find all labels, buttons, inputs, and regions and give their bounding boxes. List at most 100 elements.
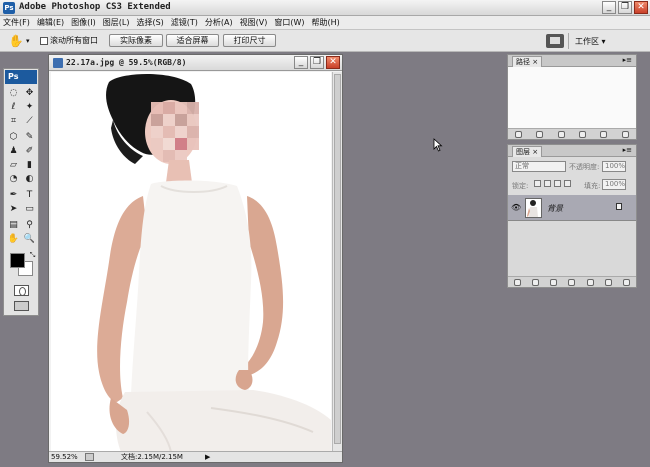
- screen-mode-button[interactable]: [14, 301, 29, 311]
- menu-window[interactable]: 窗口(W): [274, 17, 304, 28]
- tab-layers[interactable]: 图层 ×: [512, 146, 543, 157]
- menu-image[interactable]: 图像(I): [71, 17, 96, 28]
- hand-tool-icon[interactable]: ✋: [8, 33, 24, 49]
- layers-panel: 图层 × ▸≡ 正常 不透明度: 100% 锁定: 填充: 100% 👁 背景: [507, 144, 637, 288]
- scrollbar-thumb[interactable]: [334, 74, 341, 444]
- eyedropper-tool-icon[interactable]: ⚲: [23, 219, 36, 232]
- workspace-menu[interactable]: 工作区 ▾: [575, 36, 606, 47]
- layer-controls: 正常 不透明度: 100% 锁定: 填充: 100%: [508, 157, 636, 195]
- layer-row-background[interactable]: 👁 背景: [508, 195, 636, 221]
- actual-pixels-button[interactable]: 实际像素: [109, 34, 163, 47]
- lasso-tool-icon[interactable]: ℓ: [7, 101, 20, 114]
- clone-stamp-tool-icon[interactable]: ♟: [7, 145, 20, 158]
- menu-help[interactable]: 帮助(H): [312, 17, 340, 28]
- new-path-icon[interactable]: [600, 130, 608, 138]
- doc-minimize-button[interactable]: _: [294, 56, 308, 69]
- doc-close-button[interactable]: ✕: [326, 56, 340, 69]
- menu-layer[interactable]: 图层(L): [103, 17, 130, 28]
- restore-button[interactable]: ❐: [618, 1, 632, 14]
- gradient-tool-icon[interactable]: ▮: [23, 159, 36, 172]
- new-group-icon[interactable]: [586, 278, 594, 286]
- workspace-icon[interactable]: [546, 34, 564, 48]
- close-button[interactable]: ✕: [634, 1, 648, 14]
- tool-preset-dropdown-icon[interactable]: ▾: [26, 37, 30, 45]
- notes-tool-icon[interactable]: ▤: [7, 219, 20, 232]
- tab-paths[interactable]: 路径 ×: [512, 56, 543, 67]
- print-size-button[interactable]: 打印尺寸: [223, 34, 276, 47]
- lock-label: 锁定:: [512, 182, 529, 190]
- checkbox-box[interactable]: [40, 36, 48, 45]
- photo-woman-white-outfit: [51, 72, 331, 452]
- layer-style-icon[interactable]: [531, 278, 539, 286]
- lock-transparency-icon[interactable]: [534, 180, 541, 187]
- zoom-tool-icon[interactable]: 🔍: [23, 233, 36, 246]
- blur-tool-icon[interactable]: ◔: [7, 173, 20, 186]
- move-tool-icon[interactable]: ✥: [23, 87, 36, 100]
- layers-panel-header: 图层 × ▸≡: [508, 145, 636, 157]
- paths-panel-menu-icon[interactable]: ▸≡: [623, 56, 632, 64]
- type-tool-icon[interactable]: T: [23, 189, 36, 202]
- fill-label: 填充:: [584, 182, 601, 190]
- link-layers-icon[interactable]: [513, 278, 521, 286]
- marquee-tool-icon[interactable]: ◌: [7, 87, 20, 100]
- fill-input[interactable]: 100%: [602, 179, 626, 190]
- swap-colors-icon[interactable]: ⤡: [26, 249, 39, 262]
- eye-visibility-icon[interactable]: 👁: [511, 203, 521, 212]
- scroll-all-windows-checkbox[interactable]: 滚动所有窗口: [40, 35, 98, 46]
- image-canvas[interactable]: [51, 72, 331, 452]
- brush-tool-icon[interactable]: ✎: [23, 131, 36, 144]
- fill-path-icon[interactable]: [515, 130, 523, 138]
- slice-tool-icon[interactable]: ⟋: [23, 115, 36, 128]
- menu-analysis[interactable]: 分析(A): [205, 17, 233, 28]
- document-window-controls: _ ❐ ✕: [294, 56, 340, 69]
- healing-brush-tool-icon[interactable]: ⬡: [7, 131, 20, 144]
- adjustment-layer-icon[interactable]: [568, 278, 576, 286]
- foreground-color-swatch[interactable]: [10, 253, 25, 268]
- menu-filter[interactable]: 滤镜(T): [171, 17, 198, 28]
- zoom-level[interactable]: 59.52%: [51, 452, 78, 462]
- lock-all-icon[interactable]: [564, 180, 571, 187]
- new-layer-icon[interactable]: [605, 278, 613, 286]
- window-controls: _ ❐ ✕: [602, 1, 648, 14]
- crop-tool-icon[interactable]: ⌗: [7, 115, 20, 128]
- paths-list: [508, 67, 636, 129]
- delete-path-icon[interactable]: [621, 130, 629, 138]
- delete-layer-icon[interactable]: [623, 278, 631, 286]
- hand-tool-panel-icon[interactable]: ✋: [7, 233, 20, 246]
- menu-view[interactable]: 视图(V): [240, 17, 268, 28]
- document-status-bar: 59.52% 文档:2.15M/2.15M ▶: [49, 451, 342, 462]
- menu-bar: 文件(F) 编辑(E) 图像(I) 图层(L) 选择(S) 滤镜(T) 分析(A…: [0, 16, 650, 30]
- stroke-path-icon[interactable]: [536, 130, 544, 138]
- path-selection-tool-icon[interactable]: ➤: [7, 203, 20, 216]
- menu-select[interactable]: 选择(S): [136, 17, 163, 28]
- magic-wand-tool-icon[interactable]: ✦: [23, 101, 36, 114]
- document-window: 22.17a.jpg @ 59.5%(RGB/8) _ ❐ ✕ 59.52% 文…: [48, 54, 343, 463]
- layer-name: 背景: [547, 204, 563, 213]
- blend-mode-select[interactable]: 正常: [512, 161, 566, 172]
- menu-edit[interactable]: 编辑(E): [37, 17, 64, 28]
- history-brush-tool-icon[interactable]: ✐: [23, 145, 36, 158]
- status-info-icon[interactable]: [85, 453, 94, 461]
- layer-thumbnail: [525, 198, 542, 218]
- dodge-tool-icon[interactable]: ◐: [23, 173, 36, 186]
- fit-screen-button[interactable]: 适合屏幕: [166, 34, 219, 47]
- load-selection-icon[interactable]: [557, 130, 565, 138]
- doc-restore-button[interactable]: ❐: [310, 56, 324, 69]
- pen-tool-icon[interactable]: ✒: [7, 189, 20, 202]
- opacity-input[interactable]: 100%: [602, 161, 626, 172]
- make-work-path-icon[interactable]: [579, 130, 587, 138]
- quick-mask-button[interactable]: [14, 285, 29, 296]
- minimize-button[interactable]: _: [602, 1, 616, 14]
- menu-file[interactable]: 文件(F): [3, 17, 30, 28]
- vertical-scrollbar[interactable]: [332, 72, 342, 452]
- layer-mask-icon[interactable]: [550, 278, 558, 286]
- document-icon: [53, 58, 63, 68]
- layers-panel-menu-icon[interactable]: ▸≡: [623, 146, 632, 154]
- window-title: Adobe Photoshop CS3 Extended: [19, 2, 171, 12]
- shape-tool-icon[interactable]: ▭: [23, 203, 36, 216]
- status-menu-arrow-icon[interactable]: ▶: [205, 452, 210, 462]
- lock-position-icon[interactable]: [554, 180, 561, 187]
- paths-panel-footer: [508, 128, 636, 139]
- eraser-tool-icon[interactable]: ▱: [7, 159, 20, 172]
- lock-pixels-icon[interactable]: [544, 180, 551, 187]
